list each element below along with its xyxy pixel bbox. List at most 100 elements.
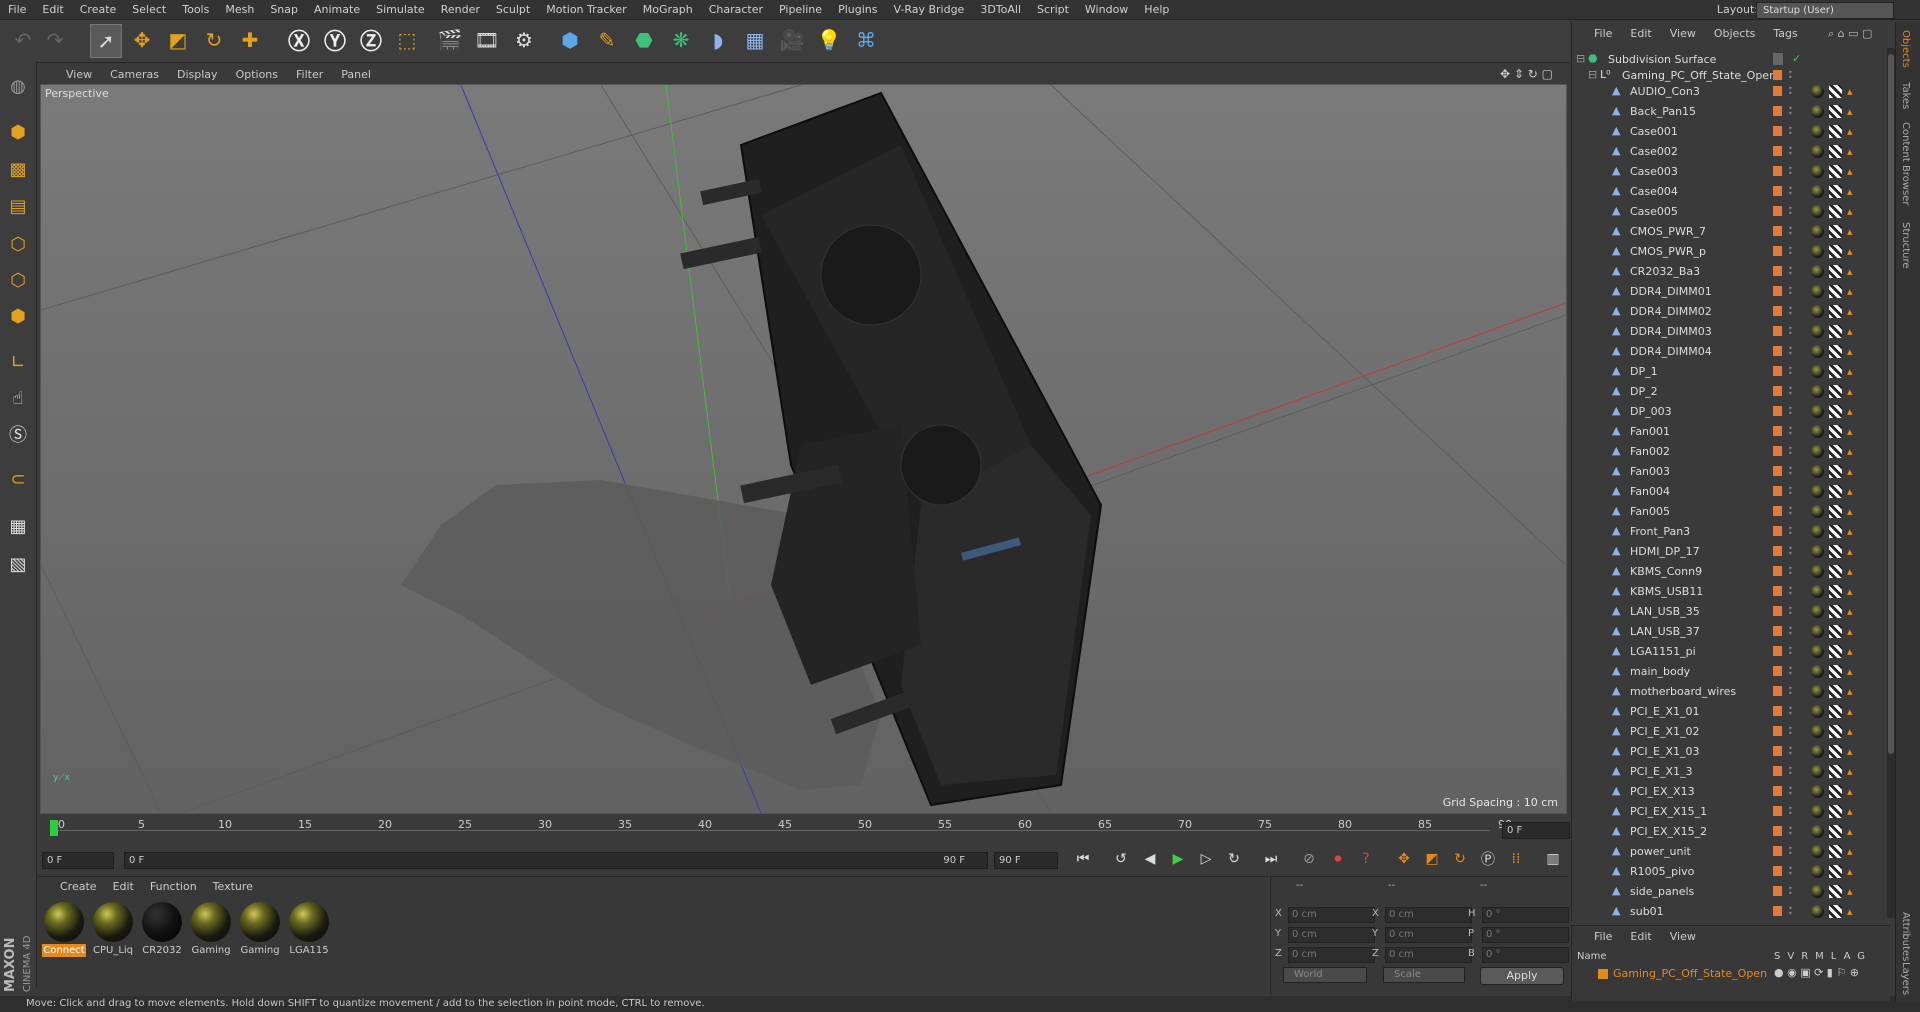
visibility-dots[interactable]: • •	[1788, 825, 1793, 838]
object-row[interactable]: ▲ Fan003 • • ▴	[1572, 462, 1888, 482]
object-row[interactable]: ▲ LGA1151_pi • • ▴	[1572, 642, 1888, 662]
selection-tag-icon[interactable]: ▴	[1847, 805, 1859, 818]
menu-item-v-ray-bridge[interactable]: V-Ray Bridge	[885, 0, 972, 19]
tab-objects[interactable]: Objects	[1900, 30, 1911, 68]
uvw-tag-icon[interactable]	[1829, 325, 1842, 338]
render-view-icon[interactable]: 🎬	[435, 24, 465, 56]
menu-item-help[interactable]: Help	[1136, 0, 1177, 19]
material-tag-icon[interactable]	[1811, 665, 1824, 678]
material-tag-icon[interactable]	[1811, 125, 1824, 138]
viewport-nav-icons[interactable]: ✥ ⇕ ↻ ▢	[1500, 67, 1553, 81]
uvw-tag-icon[interactable]	[1829, 585, 1842, 598]
uvw-tag-icon[interactable]	[1829, 885, 1842, 898]
record-keys-icon[interactable]: ⊘	[1297, 848, 1321, 870]
selection-tag-icon[interactable]: ▴	[1847, 505, 1859, 518]
uvw-tag-icon[interactable]	[1829, 305, 1842, 318]
visibility-dots[interactable]: • •	[1788, 445, 1793, 458]
camera-icon[interactable]: 🎥	[777, 24, 807, 56]
tab-takes[interactable]: Takes	[1900, 82, 1911, 109]
menu-item-plugins[interactable]: Plugins	[830, 0, 885, 19]
magnet-icon[interactable]: ⊂	[4, 465, 32, 493]
material-tag-icon[interactable]	[1811, 285, 1824, 298]
selection-tag-icon[interactable]: ▴	[1847, 865, 1859, 878]
coord-value-field[interactable]: 0 cm	[1385, 907, 1472, 923]
material-tag-icon[interactable]	[1811, 505, 1824, 518]
collapse-icon[interactable]: ⊟	[1576, 53, 1588, 65]
material-tag-icon[interactable]	[1811, 485, 1824, 498]
selection-tag-icon[interactable]: ▴	[1847, 725, 1859, 738]
axis-mode-icon[interactable]: ∟	[4, 348, 32, 376]
visibility-dots[interactable]: • •	[1788, 705, 1793, 718]
viewport-menu-panel[interactable]: Panel	[332, 68, 380, 81]
material-tag-icon[interactable]	[1811, 785, 1824, 798]
object-row[interactable]: ▲ CMOS_PWR_7 • • ▴	[1572, 222, 1888, 242]
visibility-dots[interactable]: • •	[1788, 485, 1793, 498]
timeline-ruler[interactable]	[50, 830, 1490, 843]
visibility-dots[interactable]: • •	[1788, 105, 1793, 118]
material-tag-icon[interactable]	[1811, 605, 1824, 618]
visibility-dots[interactable]: • •	[1788, 85, 1793, 98]
keyframe-selection-icon[interactable]: ?	[1354, 848, 1378, 870]
python-icon[interactable]: ⌘	[851, 24, 881, 56]
object-row[interactable]: ▲ sub01 • • ▴	[1572, 902, 1888, 920]
object-row[interactable]: ▲ CR2032_Ba3 • • ▴	[1572, 262, 1888, 282]
make-editable-icon[interactable]: ◍	[4, 72, 32, 100]
coord-value-field[interactable]: 0 cm	[1288, 927, 1375, 943]
uvw-tag-icon[interactable]	[1829, 805, 1842, 818]
material-tag-icon[interactable]	[1811, 245, 1824, 258]
selection-tag-icon[interactable]: ▴	[1847, 85, 1859, 98]
selection-tag-icon[interactable]: ▴	[1847, 345, 1859, 358]
object-row[interactable]: ▲ AUDIO_Con3 • • ▴	[1572, 82, 1888, 102]
selection-tag-icon[interactable]: ▴	[1847, 825, 1859, 838]
material-tag-icon[interactable]	[1811, 225, 1824, 238]
uvw-tag-icon[interactable]	[1829, 605, 1842, 618]
material-tag-icon[interactable]	[1811, 585, 1824, 598]
menu-item-edit[interactable]: Edit	[34, 0, 71, 19]
object-row[interactable]: ▲ motherboard_wires • • ▴	[1572, 682, 1888, 702]
key-point-level-icon[interactable]: ⁞⁞	[1504, 848, 1528, 870]
uvw-tag-icon[interactable]	[1829, 225, 1842, 238]
cube-object-icon[interactable]: ⬢	[555, 24, 585, 56]
object-row[interactable]: ▲ power_unit • • ▴	[1572, 842, 1888, 862]
menu-item-mesh[interactable]: Mesh	[217, 0, 262, 19]
layer-menu-edit[interactable]: Edit	[1621, 930, 1660, 943]
floor-icon[interactable]: ▦	[740, 24, 770, 56]
material-tag-icon[interactable]	[1811, 745, 1824, 758]
menu-item-3dtoall[interactable]: 3DToAll	[972, 0, 1029, 19]
material-tag-icon[interactable]	[1811, 405, 1824, 418]
current-frame-field[interactable]: 0 F	[1502, 822, 1570, 839]
previous-frame-icon[interactable]: ◀	[1138, 848, 1162, 870]
object-row[interactable]: ▲ DP_003 • • ▴	[1572, 402, 1888, 422]
selection-tag-icon[interactable]: ▴	[1847, 625, 1859, 638]
object-row[interactable]: ▲ R1005_pivo • • ▴	[1572, 862, 1888, 882]
coord-value-field[interactable]: 0 °	[1482, 927, 1569, 943]
material-tag-icon[interactable]	[1811, 525, 1824, 538]
menu-item-file[interactable]: File	[0, 0, 34, 19]
scale-dropdown[interactable]: Scale	[1383, 967, 1465, 983]
object-menu-edit[interactable]: Edit	[1621, 27, 1660, 40]
uvw-tag-icon[interactable]	[1829, 565, 1842, 578]
playhead[interactable]	[50, 820, 58, 836]
selection-tag-icon[interactable]: ▴	[1847, 265, 1859, 278]
material-tag-icon[interactable]	[1811, 805, 1824, 818]
x-axis-lock-icon[interactable]: Ⓧ	[284, 24, 314, 56]
tab-structure[interactable]: Structure	[1900, 222, 1911, 269]
material-menu-function[interactable]: Function	[142, 880, 205, 893]
key-parameter-icon[interactable]: Ⓟ	[1476, 848, 1500, 870]
object-row[interactable]: ▲ DP_1 • • ▴	[1572, 362, 1888, 382]
uvw-tag-icon[interactable]	[1829, 185, 1842, 198]
tweak-mode-icon[interactable]: ☝	[4, 384, 32, 412]
material-tag-icon[interactable]	[1811, 345, 1824, 358]
visibility-dots[interactable]: • •	[1788, 425, 1793, 438]
object-row[interactable]: ▲ DDR4_DIMM03 • • ▴	[1572, 322, 1888, 342]
material-tag-icon[interactable]	[1811, 905, 1824, 918]
render-picture-viewer-icon[interactable]: 🎞	[472, 24, 502, 56]
selection-tag-icon[interactable]: ▴	[1847, 745, 1859, 758]
material-tag-icon[interactable]	[1811, 205, 1824, 218]
viewport-menu-cameras[interactable]: Cameras	[101, 68, 168, 81]
object-row[interactable]: ▲ Case003 • • ▴	[1572, 162, 1888, 182]
world-dropdown[interactable]: World	[1283, 967, 1367, 983]
polygons-mode-icon[interactable]: ⬢	[4, 302, 32, 330]
material-tag-icon[interactable]	[1811, 625, 1824, 638]
redo-icon[interactable]: ↷	[40, 24, 70, 56]
